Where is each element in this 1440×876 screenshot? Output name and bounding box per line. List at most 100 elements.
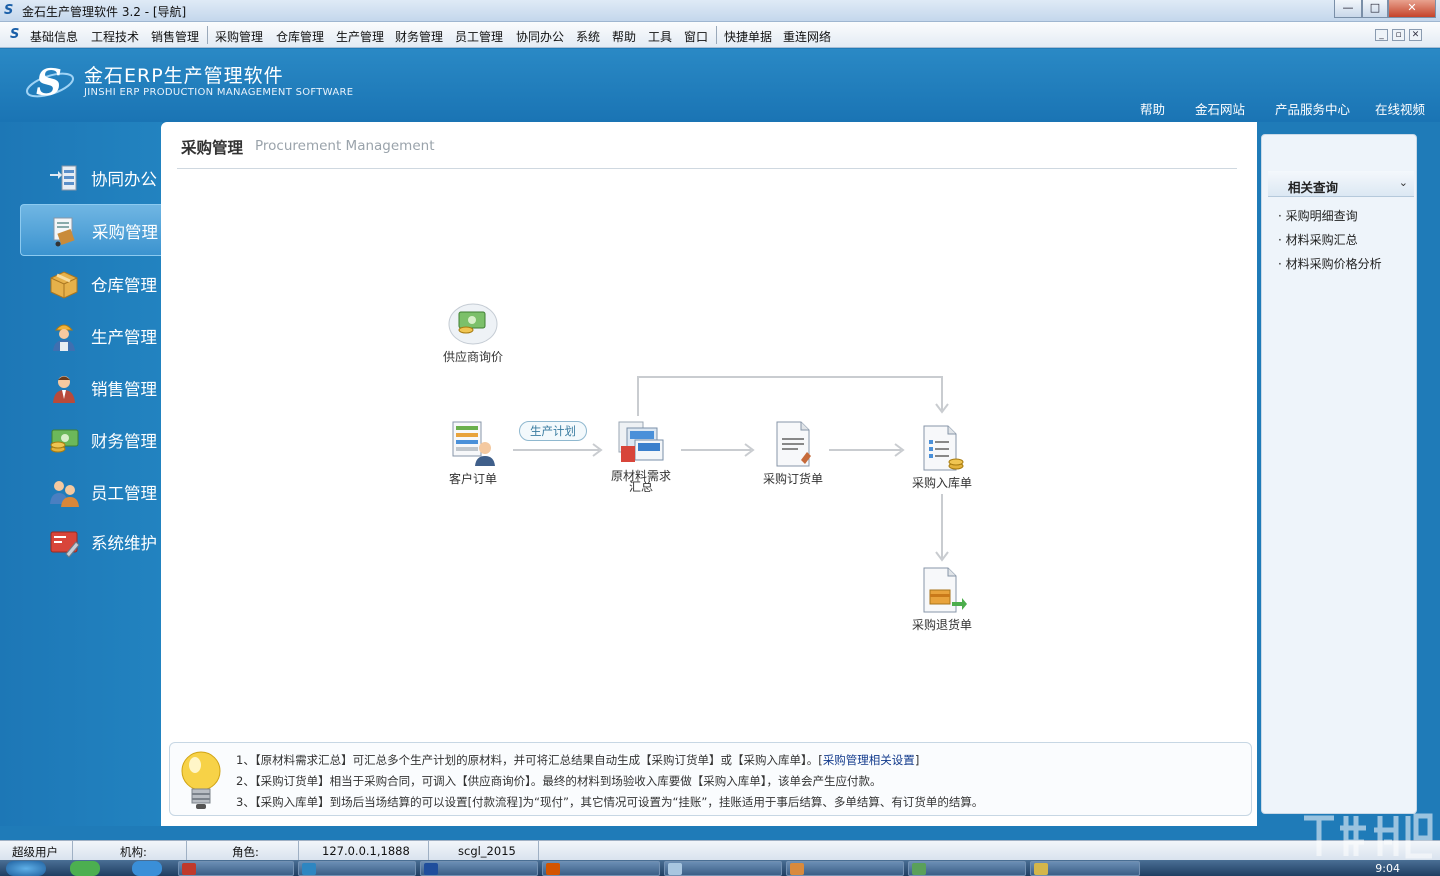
production-plan-tag[interactable]: 生产计划 <box>519 421 587 441</box>
header-link-help[interactable]: 帮助 <box>1140 99 1165 118</box>
menu-app-icon: S <box>10 27 20 42</box>
menu-warehouse[interactable]: 仓库管理 <box>276 28 324 45</box>
menu-window[interactable]: 窗口 <box>684 28 708 45</box>
material-summary-icon <box>618 421 664 462</box>
sidebar-nav: 协同办公 采购管理 仓库管理 生产管理 销售管理 财务管理 员工管理 系统维护 <box>0 122 162 826</box>
app-logo-icon: S <box>4 3 14 18</box>
sidebar-item-procurement[interactable]: 采购管理 <box>20 204 162 256</box>
sidebar-item-employees[interactable]: 员工管理 <box>20 466 162 518</box>
flow-node-purchase-receipt[interactable]: 采购入库单 <box>902 422 982 491</box>
query-link-label: 材料采购汇总 <box>1285 233 1358 247</box>
status-separator <box>72 841 73 861</box>
taskbar-app-icon <box>1034 863 1048 875</box>
status-separator <box>186 841 187 861</box>
flow-node-material-summary[interactable]: 原材料需求 汇总 <box>601 418 681 493</box>
taskbar-button[interactable] <box>1030 861 1140 876</box>
purchase-order-icon <box>776 421 811 467</box>
svg-text:S: S <box>36 62 62 104</box>
menu-basic-info[interactable]: 基础信息 <box>30 28 78 45</box>
flow-node-purchase-order[interactable]: 采购订货单 <box>753 418 833 487</box>
supplier-quote-icon <box>448 303 498 345</box>
taskbar-button[interactable] <box>298 861 416 876</box>
minimize-button[interactable]: — <box>1334 0 1362 18</box>
menu-engineering[interactable]: 工程技术 <box>91 28 139 45</box>
status-separator <box>298 841 299 861</box>
sidebar-item-production[interactable]: 生产管理 <box>20 310 162 362</box>
flow-node-supplier-quote[interactable]: 供应商询价 <box>433 300 513 365</box>
sidebar-label: 采购管理 <box>92 223 158 242</box>
header-link-service-center[interactable]: 产品服务中心 <box>1275 99 1350 118</box>
tips-box: 1、【原材料需求汇总】可汇总多个生产计划的原材料，并可将汇总结果自动生成【采购订… <box>169 742 1252 816</box>
lightbulb-icon <box>181 751 221 809</box>
menu-system[interactable]: 系统 <box>576 28 600 45</box>
menu-collaboration[interactable]: 协同办公 <box>516 28 564 45</box>
menu-production[interactable]: 生产管理 <box>336 28 384 45</box>
menu-help[interactable]: 帮助 <box>612 28 636 45</box>
sidebar-label: 财务管理 <box>91 432 157 451</box>
menu-sales[interactable]: 销售管理 <box>151 28 199 45</box>
taskbar-app-icon <box>912 863 926 875</box>
close-button[interactable]: ✕ <box>1388 0 1436 18</box>
sidebar-item-system[interactable]: 系统维护 <box>20 516 162 568</box>
tip-text: 1、【原材料需求汇总】可汇总多个生产计划的原材料，并可将汇总结果自动生成【采购订… <box>236 753 823 767</box>
taskbar-app-icon <box>668 863 682 875</box>
menu-reconnect[interactable]: 重连网络 <box>783 28 831 45</box>
procurement-icon <box>53 217 75 247</box>
right-panel: 相关查询 ⌄ · 采购明细查询 · 材料采购汇总 · 材料采购价格分析 <box>1257 122 1440 826</box>
money-icon <box>50 429 79 453</box>
purchase-receipt-icon <box>923 425 964 471</box>
tip-line-1: 1、【原材料需求汇总】可汇总多个生产计划的原材料，并可将汇总结果自动生成【采购订… <box>236 752 919 768</box>
menu-tools[interactable]: 工具 <box>648 28 672 45</box>
taskbar-button[interactable] <box>542 861 660 876</box>
menu-employees[interactable]: 员工管理 <box>455 28 503 45</box>
header-link-website[interactable]: 金石网站 <box>1195 99 1245 118</box>
sidebar-item-collaboration[interactable]: 协同办公 <box>20 152 162 204</box>
taskbar-app-icon <box>182 863 196 875</box>
maximize-button[interactable]: □ <box>1362 0 1388 18</box>
mdi-close-button[interactable]: ✕ <box>1409 29 1422 41</box>
taskbar-button[interactable] <box>908 861 1026 876</box>
status-role-label: 角色: <box>232 845 259 859</box>
purchase-return-icon <box>923 567 967 613</box>
taskbar-button[interactable] <box>420 861 538 876</box>
sidebar-label: 系统维护 <box>91 534 157 553</box>
flow-label: 采购订货单 <box>762 472 823 486</box>
query-link-price-analysis[interactable]: · 材料采购价格分析 <box>1278 255 1382 272</box>
taskbar-button[interactable] <box>786 861 904 876</box>
menu-quick-documents[interactable]: 快捷单据 <box>724 28 772 45</box>
query-link-purchase-detail[interactable]: · 采购明细查询 <box>1278 207 1358 224</box>
taskbar-button[interactable] <box>664 861 782 876</box>
flow-connectors <box>513 376 949 562</box>
taskbar-button[interactable] <box>178 861 294 876</box>
flow-label: 采购退货单 <box>911 618 972 632</box>
sales-person-icon <box>53 376 75 403</box>
sidebar-label: 员工管理 <box>91 484 157 503</box>
status-user: 超级用户 <box>12 845 58 859</box>
quicklaunch-icon[interactable] <box>132 861 162 876</box>
sidebar-label: 协同办公 <box>91 170 157 189</box>
start-button[interactable] <box>6 861 46 876</box>
related-queries-panel: 相关查询 ⌄ · 采购明细查询 · 材料采购汇总 · 材料采购价格分析 <box>1261 134 1417 814</box>
flow-label: 采购入库单 <box>911 476 972 490</box>
menu-procurement[interactable]: 采购管理 <box>215 28 263 45</box>
flow-node-customer-order[interactable]: 客户订单 <box>433 418 513 487</box>
mdi-restore-button[interactable]: ▫ <box>1392 29 1405 41</box>
flow-node-purchase-return[interactable]: 采购退货单 <box>902 564 982 633</box>
related-queries-header[interactable]: 相关查询 ⌄ <box>1268 171 1414 197</box>
tip-line-3: 3、【采购入库单】到场后当场结算的可以设置[付款流程]为“现付”，其它情况可设置… <box>236 795 984 809</box>
menu-bar: S 基础信息 工程技术 销售管理 采购管理 仓库管理 生产管理 财务管理 员工管… <box>0 22 1440 48</box>
sidebar-item-sales[interactable]: 销售管理 <box>20 362 162 414</box>
sidebar-item-warehouse[interactable]: 仓库管理 <box>20 258 162 310</box>
mdi-minimize-button[interactable]: _ <box>1375 29 1388 41</box>
query-link-material-summary[interactable]: · 材料采购汇总 <box>1278 231 1358 248</box>
brand-name-en: JINSHI ERP PRODUCTION MANAGEMENT SOFTWAR… <box>84 87 354 98</box>
download-site-watermark-icon <box>1304 813 1433 859</box>
brand-logo-icon: S <box>26 62 74 104</box>
procurement-settings-link[interactable]: 采购管理相关设置 <box>823 753 915 767</box>
menu-finance[interactable]: 财务管理 <box>395 28 443 45</box>
quicklaunch-icon[interactable] <box>70 861 100 876</box>
main-panel: 采购管理 Procurement Management 供应商询价 客户订单 生… <box>161 122 1257 826</box>
brand-name-cn: 金石ERP生产管理软件 <box>84 65 284 87</box>
header-link-video[interactable]: 在线视频 <box>1375 99 1425 118</box>
sidebar-item-finance[interactable]: 财务管理 <box>20 414 162 466</box>
